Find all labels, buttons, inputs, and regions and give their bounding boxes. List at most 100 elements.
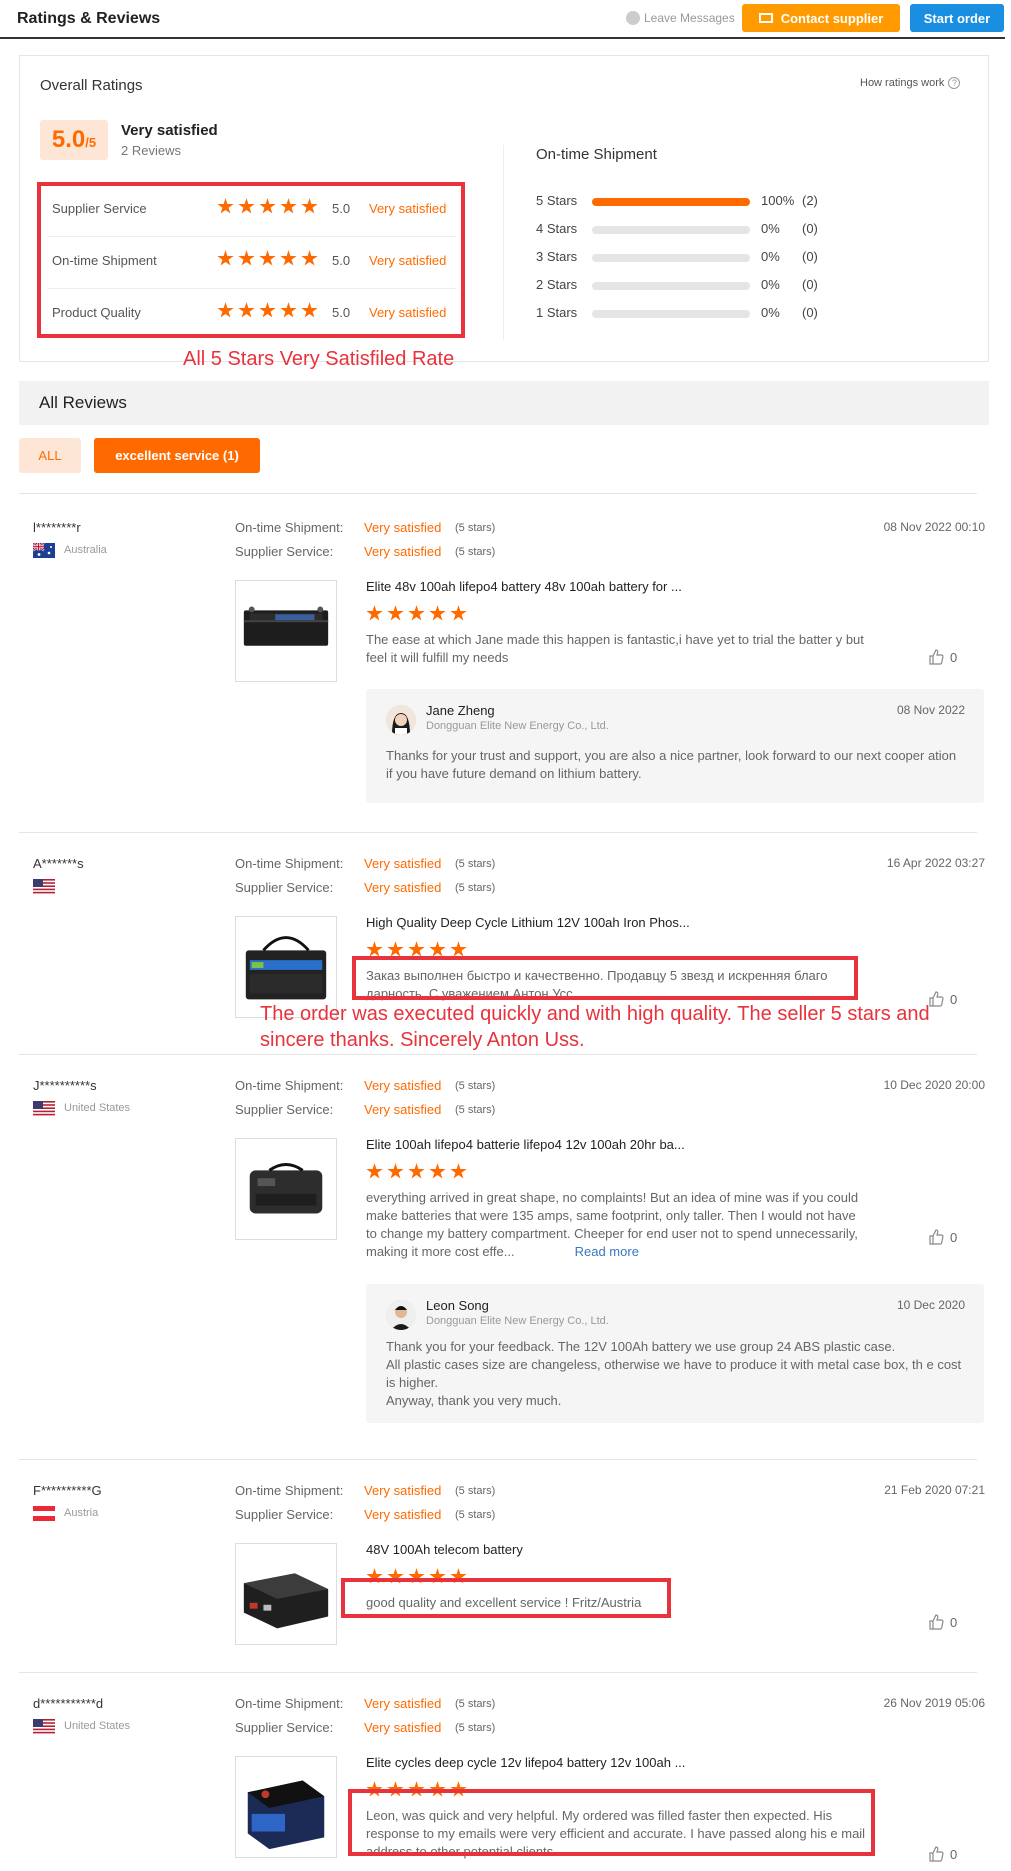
review-date: 10 Dec 2020 20:00 [883,1078,985,1092]
filter-all-button[interactable]: ALL [19,438,81,473]
service-verdict: Very satisfied [364,1102,442,1117]
distribution-count: (0) [802,305,818,320]
reply-line: All plastic cases size are changeless, o… [386,1357,962,1390]
service-label: Supplier Service: [235,1507,334,1522]
overall-score-badge: 5.0 /5 [40,120,108,160]
reviews-divider [19,493,977,494]
like-button[interactable]: 0 [928,1229,957,1245]
distribution-row: 1 Stars 0% (0) [536,305,836,323]
product-title[interactable]: High Quality Deep Cycle Lithium 12V 100a… [366,915,690,930]
thumbs-up-icon [929,1846,944,1862]
distribution-label: 4 Stars [536,221,578,236]
service-label: Supplier Service: [235,1720,334,1735]
distribution-label: 2 Stars [536,277,578,292]
reply-author: Leon Song [426,1298,489,1313]
like-button[interactable]: 0 [928,649,957,665]
service-label: Supplier Service: [235,880,334,895]
leave-messages-link[interactable]: Leave Messages [626,11,735,25]
distribution-row: 5 Stars 100% (2) [536,193,836,211]
distribution-row: 2 Stars 0% (0) [536,277,836,295]
product-thumbnail[interactable] [235,1756,337,1858]
reviewer-name: d***********d [33,1696,104,1711]
product-title[interactable]: Elite cycles deep cycle 12v lifepo4 batt… [366,1755,685,1770]
product-image [243,606,329,646]
reviewer-country: United States [64,1720,131,1732]
distribution-label: 1 Stars [536,305,578,320]
distribution-row: 4 Stars 0% (0) [536,221,836,239]
review-text: everything arrived in great shape, no co… [366,1190,859,1259]
review-date: 26 Nov 2019 05:06 [883,1696,985,1710]
thumbs-up-icon [929,1229,944,1245]
thumbs-up-icon [929,1614,944,1630]
highlight-box [37,182,465,338]
product-thumbnail[interactable] [235,1138,337,1240]
message-icon [626,11,640,25]
reply-company: Dongguan Elite New Energy Co., Ltd. [426,720,609,732]
shipment-stars-text: (5 stars) [455,1080,496,1092]
distribution-bar [592,226,750,234]
shipment-verdict: Very satisfied [364,1078,442,1093]
shipment-stars-text: (5 stars) [455,858,496,870]
read-more-link[interactable]: Read more [575,1244,639,1259]
annotation-rate: All 5 Stars Very Satisfiled Rate [183,348,455,370]
product-title[interactable]: Elite 48v 100ah lifepo4 battery 48v 100a… [366,579,682,594]
reviewer-country: Australia [64,544,107,556]
filter-excellent-service-button[interactable]: excellent service (1) [94,438,260,473]
distribution-count: (0) [802,221,818,236]
shipment-verdict: Very satisfied [364,520,442,535]
how-ratings-work-link[interactable]: How ratings work ? [860,77,961,89]
distribution-bar [592,198,750,206]
austria-flag-icon [33,1506,55,1521]
usa-flag-icon [33,1101,55,1116]
service-verdict: Very satisfied [364,544,442,559]
product-image [249,1163,323,1214]
shipment-label: On-time Shipment: [235,520,344,535]
product-title[interactable]: Elite 100ah lifepo4 batterie lifepo4 12v… [366,1137,685,1152]
highlight-box [341,1578,671,1618]
distribution-percent: 0% [761,305,780,320]
all-reviews-title: All Reviews [39,393,127,412]
distribution-label: 3 Stars [536,249,578,264]
service-verdict: Very satisfied [364,1507,442,1522]
reviewer-country: Austria [64,1507,99,1519]
review-date: 16 Apr 2022 03:27 [886,856,985,870]
reply-line: Anyway, thank you very much. [386,1393,562,1408]
distribution-bar [592,282,750,290]
like-button[interactable]: 0 [928,1846,957,1862]
service-verdict: Very satisfied [364,880,442,895]
shipment-verdict: Very satisfied [364,1696,442,1711]
product-image [243,1573,329,1629]
product-thumbnail[interactable] [235,580,337,682]
shipment-label: On-time Shipment: [235,1078,344,1093]
reply-line: Thank you for your feedback. The 12V 100… [386,1339,896,1354]
overall-verdict: Very satisfied [121,122,218,139]
reviews-count: 2 Reviews [121,143,181,158]
distribution-bar-fill [592,198,750,206]
panel-divider [503,145,504,340]
header-divider [0,37,1005,39]
reply-date: 08 Nov 2022 [896,703,965,717]
shipment-stars-text: (5 stars) [455,1485,496,1497]
help-icon: ? [948,77,961,89]
like-button[interactable]: 0 [928,1614,957,1630]
review-separator [19,832,977,833]
australia-flag-icon [33,543,55,558]
distribution-count: (2) [802,193,818,208]
service-label: Supplier Service: [235,544,334,559]
distribution-percent: 0% [761,221,780,236]
distribution-percent: 0% [761,249,780,264]
review-separator [19,1054,977,1055]
service-stars-text: (5 stars) [455,546,496,558]
reviewer-name: l********r [33,520,81,535]
reply-author: Jane Zheng [426,703,495,718]
usa-flag-icon [33,1719,55,1734]
shipment-label: On-time Shipment: [235,856,344,871]
highlight-box [348,1789,875,1856]
distribution-label: 5 Stars [536,193,578,208]
start-order-button[interactable]: Start order [910,4,1004,32]
product-thumbnail[interactable] [235,1543,337,1645]
contact-supplier-button[interactable]: Contact supplier [742,4,900,32]
service-label: Supplier Service: [235,1102,334,1117]
shipment-verdict: Very satisfied [364,856,442,871]
product-title[interactable]: 48V 100Ah telecom battery [366,1542,523,1557]
